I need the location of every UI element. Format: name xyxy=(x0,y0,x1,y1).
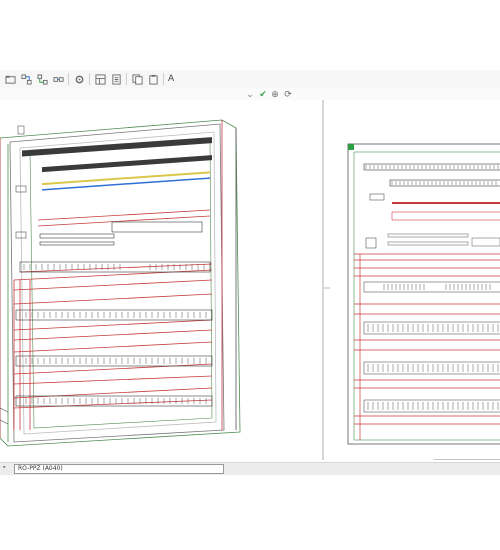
toolbar-separator xyxy=(163,73,164,85)
open-project-icon[interactable] xyxy=(4,73,16,85)
settings-icon[interactable] xyxy=(73,73,85,85)
toolbar: A xyxy=(0,70,500,88)
text-tool-button[interactable]: A xyxy=(168,74,174,84)
wire-route-icon[interactable] xyxy=(20,73,32,85)
status-location-field[interactable]: RO-PPZ (A040) xyxy=(14,464,224,474)
toolbar-separator xyxy=(68,73,69,85)
status-icon: ▪ xyxy=(3,464,6,471)
toolbar-separator xyxy=(89,73,90,85)
layout-icon[interactable] xyxy=(94,73,106,85)
add-icon[interactable]: ⊕ xyxy=(270,89,280,99)
dropdown-arrow-icon[interactable]: ⌄ xyxy=(246,89,254,99)
connect-icon[interactable] xyxy=(52,73,64,85)
confirm-icon[interactable]: ✔ xyxy=(258,89,268,99)
wire-route-alt-icon[interactable] xyxy=(36,73,48,85)
cabinet-3d-view[interactable] xyxy=(0,100,322,460)
cabinet-3d-drawing xyxy=(0,119,241,447)
refresh-icon[interactable]: ⟳ xyxy=(283,89,293,99)
paste-icon[interactable] xyxy=(147,73,159,85)
cabinet-front-drawing xyxy=(324,143,500,461)
cabinet-front-view[interactable] xyxy=(324,100,500,461)
panel-icon[interactable] xyxy=(110,73,122,85)
copy-icon[interactable] xyxy=(131,73,143,85)
toolbar-separator xyxy=(126,73,127,85)
